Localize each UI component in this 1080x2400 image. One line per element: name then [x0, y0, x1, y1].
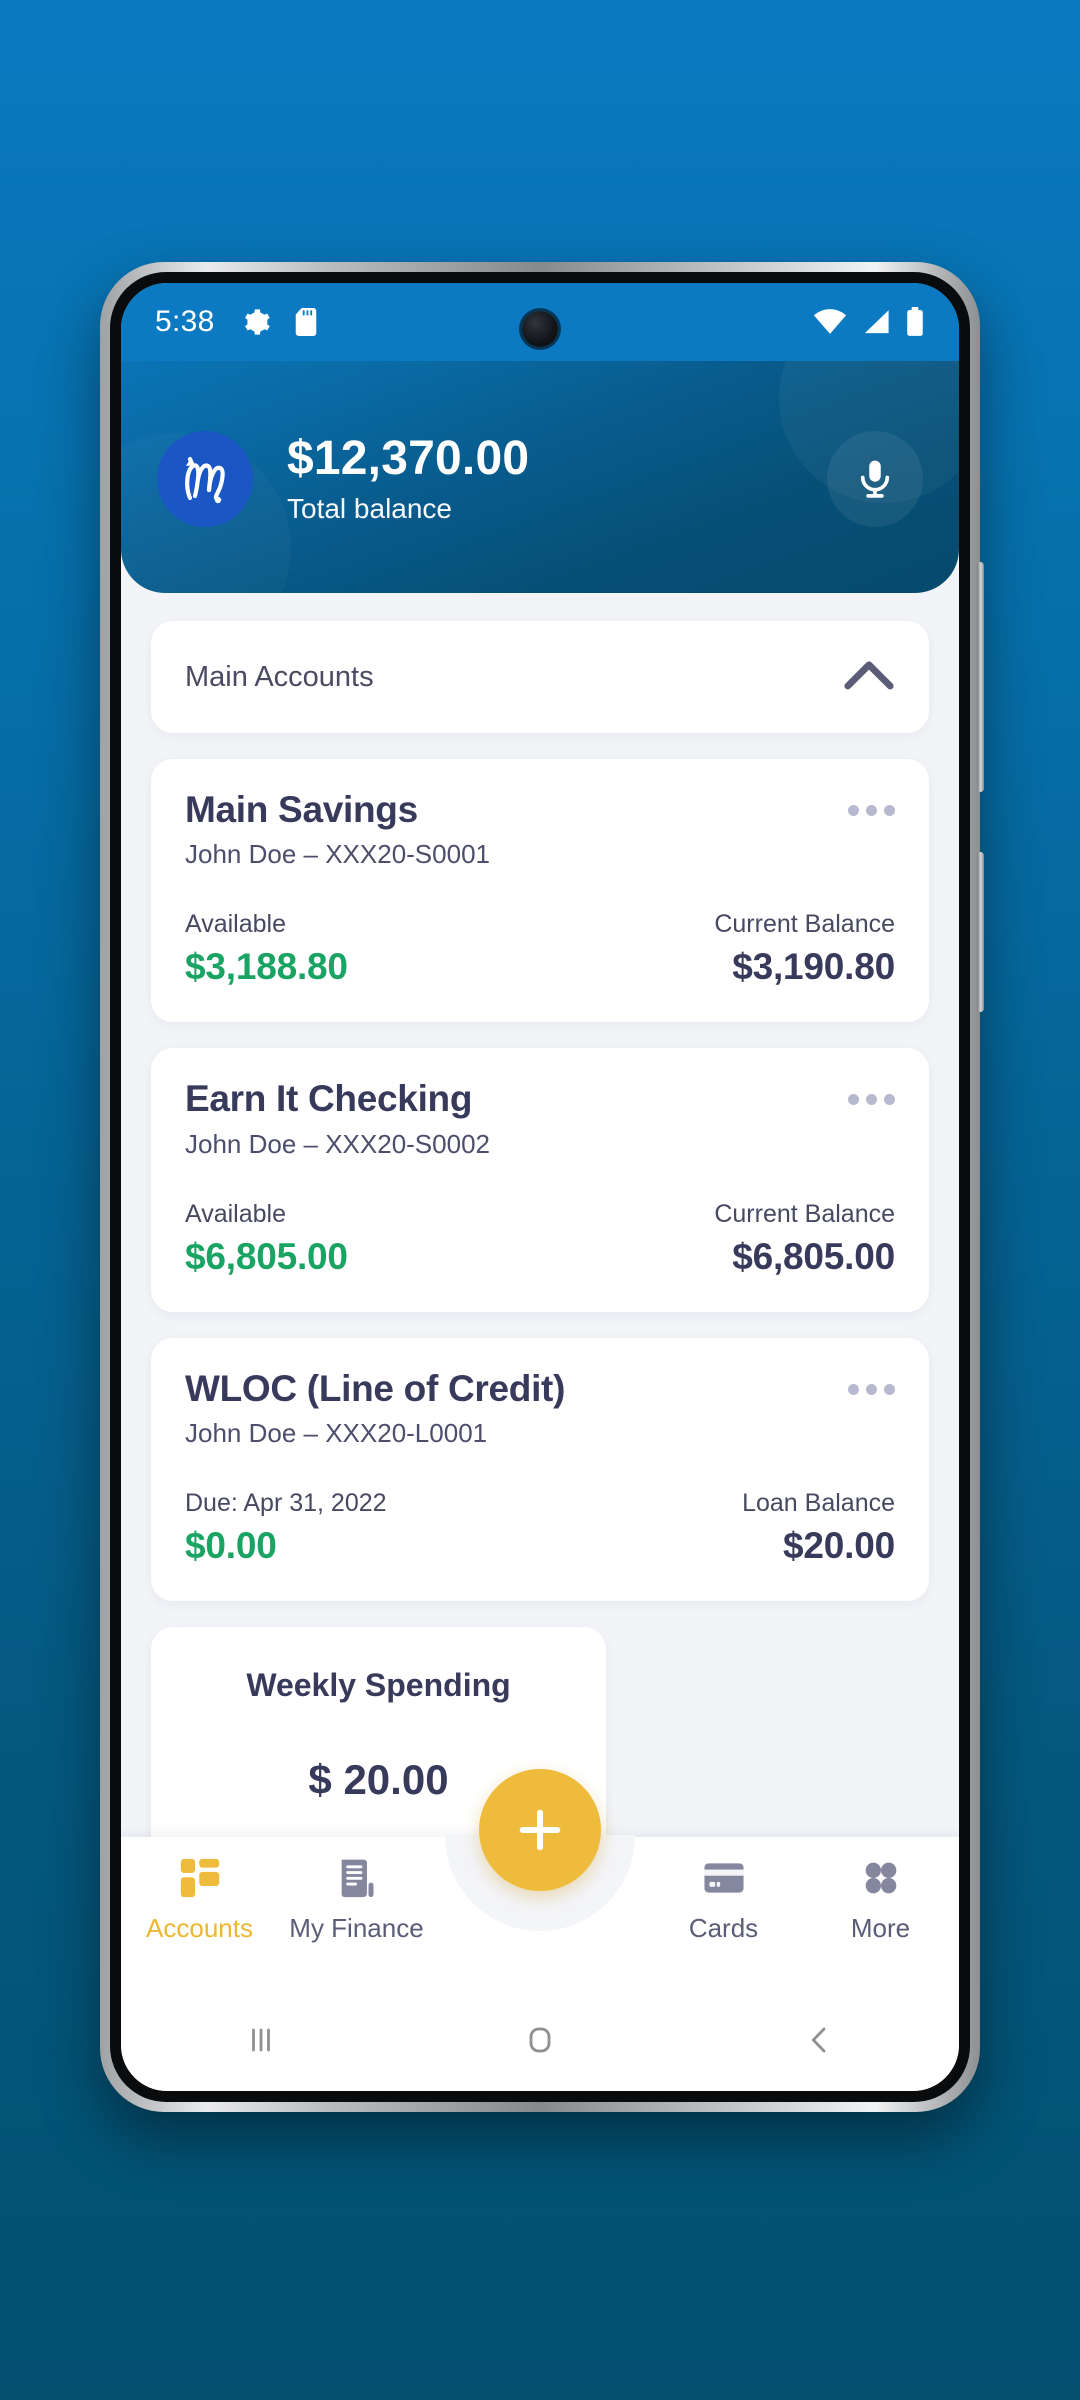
current-balance-amount: $3,190.80 [732, 946, 895, 988]
account-subtitle: John Doe – XXX20-S0002 [185, 1128, 490, 1159]
phone-frame: $12,370.00 Total balance 5:38 Main Accou… [100, 262, 984, 2112]
more-options-icon[interactable] [848, 1078, 895, 1106]
bank-monogram-logo [157, 431, 253, 527]
current-balance-label: Current Balance [714, 1199, 895, 1228]
account-subtitle: John Doe – XXX20-L0001 [185, 1418, 488, 1449]
loan-balance-amount: $20.00 [783, 1525, 895, 1567]
nav-label-more: More [850, 1913, 911, 1943]
account-name: Main Savings [185, 789, 418, 830]
status-right-icons [813, 307, 925, 337]
home-button[interactable] [480, 2020, 600, 2060]
home-icon [529, 2027, 551, 2053]
nav-label-cards: Cards [688, 1913, 759, 1943]
back-icon [812, 2027, 826, 2053]
credit-card-icon [703, 1863, 744, 1893]
power-button[interactable] [977, 852, 984, 1012]
add-button-fab[interactable] [479, 1769, 601, 1891]
nav-label-accounts: Accounts [146, 1913, 253, 1943]
front-camera-punch-hole [522, 311, 558, 347]
total-balance-label: Total balance [287, 493, 453, 525]
nav-item-my-finance[interactable]: My Finance [278, 1837, 435, 1944]
document-list-icon [341, 1859, 373, 1898]
more-options-icon[interactable] [848, 789, 895, 816]
status-time: 5:38 [155, 305, 215, 338]
battery-icon [907, 307, 923, 336]
volume-button[interactable] [977, 562, 984, 792]
phone-screen: $12,370.00 Total balance 5:38 Main Accou… [121, 283, 959, 2091]
recents-button[interactable] [201, 2020, 321, 2060]
recents-icon [251, 2028, 270, 2052]
account-name: WLOC (Line of Credit) [185, 1367, 566, 1409]
nav-item-cards[interactable]: Cards [645, 1837, 802, 1944]
back-button[interactable] [759, 2020, 879, 2060]
nav-label-my-finance: My Finance [289, 1913, 424, 1943]
nav-item-more[interactable]: More [802, 1837, 959, 1944]
status-left-icons [241, 307, 319, 337]
voice-assistant-button[interactable] [827, 431, 923, 527]
available-amount: $6,805.00 [185, 1235, 348, 1277]
android-system-nav [121, 1989, 959, 2091]
weekly-spending-title: Weekly Spending [246, 1667, 511, 1704]
accounts-group-header[interactable]: Main Accounts [151, 621, 929, 733]
current-balance-amount: $6,805.00 [732, 1235, 895, 1277]
grid-dashboard-icon [180, 1858, 219, 1898]
current-balance-label: Current Balance [714, 910, 895, 939]
microphone-icon [860, 460, 890, 498]
nav-item-accounts[interactable]: Accounts [121, 1837, 278, 1944]
account-card[interactable]: WLOC (Line of Credit) John Doe – XXX20-L… [151, 1337, 929, 1602]
total-balance-amount: $12,370.00 [287, 431, 530, 485]
accounts-scroll-area[interactable]: Main Accounts Main Savings John Doe – XX… [121, 593, 959, 1881]
available-amount: $3,188.80 [185, 946, 348, 988]
total-balance-block: $12,370.00 Total balance [287, 431, 530, 526]
account-subtitle: John Doe – XXX20-S0001 [185, 839, 490, 870]
accounts-group-title: Main Accounts [185, 660, 374, 693]
due-date-label: Due: Apr 31, 2022 [185, 1489, 387, 1518]
header-row: $12,370.00 Total balance [121, 379, 959, 579]
wifi-icon [813, 309, 847, 334]
due-amount: $0.00 [185, 1525, 277, 1567]
phone-bezel: $12,370.00 Total balance 5:38 Main Accou… [110, 272, 970, 2102]
four-dots-icon [865, 1862, 896, 1894]
bottom-navigation-bar: Accounts My Finance Cards More [121, 1769, 959, 1989]
available-label: Available [185, 910, 287, 939]
chevron-up-icon[interactable] [843, 658, 895, 697]
loan-balance-label: Loan Balance [742, 1489, 895, 1518]
account-card[interactable]: Main Savings John Doe – XXX20-S0001 Avai… [151, 759, 929, 1023]
sd-card-icon [295, 308, 316, 336]
cellular-signal-icon [864, 310, 889, 334]
more-options-icon[interactable] [848, 1368, 895, 1395]
account-name: Earn It Checking [185, 1078, 473, 1120]
account-card[interactable]: Earn It Checking John Doe – XXX20-S0002 … [151, 1048, 929, 1312]
available-label: Available [185, 1199, 287, 1228]
plus-icon [519, 1809, 561, 1851]
gear-icon [244, 309, 270, 335]
